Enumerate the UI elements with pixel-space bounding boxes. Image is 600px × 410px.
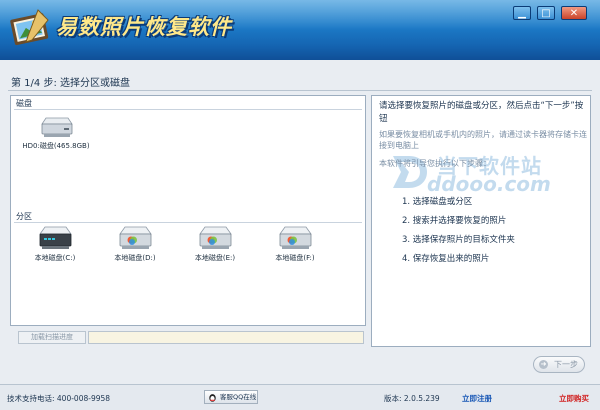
local-drive-icon — [279, 226, 312, 249]
partition-section-label: 分区 — [16, 212, 32, 221]
divider — [8, 90, 592, 91]
disk-label: HD0:磁盘(465.8GB) — [22, 142, 90, 150]
disk-item-hd0[interactable]: HD0:磁盘(465.8GB) — [17, 116, 95, 151]
maximize-button[interactable]: □ — [537, 6, 555, 20]
buy-link[interactable]: 立即购买 — [559, 393, 589, 404]
watermark-logo-icon — [393, 156, 427, 188]
system-drive-icon — [39, 226, 72, 249]
drive-list-panel: 磁盘 HD0:磁盘(465.8GB) 分区 本地磁盘(C:) 本地磁盘(D:) … — [10, 95, 366, 326]
instructions-panel: 当下软件站 ddooo.com 请选择要恢复照片的磁盘或分区，然后点击“下一步”… — [371, 95, 591, 347]
guide-step: 2. 搜索并选择要恢复的照片 — [402, 216, 507, 226]
instruction-note: 如果要恢复相机或手机内的照片，请通过读卡器将存储卡连接到电脑上 — [379, 130, 587, 150]
watermark: 当下软件站 ddooo.com — [387, 146, 577, 196]
next-button[interactable]: ➜ 下一步 — [533, 356, 585, 373]
local-drive-icon — [199, 226, 232, 249]
divider — [14, 222, 362, 223]
minimize-button[interactable]: ▁ — [513, 6, 531, 20]
partition-item-e[interactable]: 本地磁盘(E:) — [179, 224, 251, 263]
app-logo-icon — [10, 9, 49, 46]
close-button[interactable]: ✕ — [561, 6, 587, 20]
partition-label: 本地磁盘(E:) — [194, 254, 236, 262]
app-title: 易数照片恢复软件 — [56, 15, 232, 39]
disk-section-label: 磁盘 — [16, 99, 32, 108]
qq-penguin-icon — [209, 394, 216, 402]
partition-item-c[interactable]: 本地磁盘(C:) — [19, 224, 91, 263]
divider — [14, 109, 362, 110]
status-bar: 技术支持电话: 400-008-9958 客服QQ在线 版本: 2.0.5.23… — [0, 385, 600, 410]
next-button-label: 下一步 — [554, 360, 578, 369]
partition-item-d[interactable]: 本地磁盘(D:) — [99, 224, 171, 263]
main-window: 易数照片恢复软件 ▁ □ ✕ 第 1/4 步: 选择分区或磁盘 磁盘 HD0:磁… — [0, 0, 600, 410]
guide-step: 4. 保存恢复出来的照片 — [402, 254, 490, 264]
qq-button-label: 客服QQ在线 — [220, 393, 257, 401]
scan-progress-label: 加载扫描进度 — [18, 331, 86, 344]
scan-progress-bar — [88, 331, 364, 344]
watermark-url: ddooo.com — [427, 172, 551, 196]
local-drive-icon — [119, 226, 152, 249]
instruction-guide: 本软件将引导您执行以下步骤： — [379, 159, 491, 168]
partition-label: 本地磁盘(D:) — [114, 254, 156, 262]
title-bar: 易数照片恢复软件 ▁ □ ✕ — [0, 0, 600, 60]
hard-disk-icon — [41, 117, 73, 137]
guide-step: 1. 选择磁盘或分区 — [402, 197, 473, 207]
instruction-text: 请选择要恢复照片的磁盘或分区，然后点击“下一步”按钮 — [379, 101, 584, 124]
version-label: 版本: 2.0.5.239 — [384, 394, 440, 403]
guide-step: 3. 选择保存照片的目标文件夹 — [402, 235, 515, 245]
partition-label: 本地磁盘(F:) — [275, 254, 315, 262]
partition-item-f[interactable]: 本地磁盘(F:) — [259, 224, 331, 263]
qq-support-button[interactable]: 客服QQ在线 — [204, 390, 258, 404]
support-phone: 技术支持电话: 400-008-9958 — [7, 394, 111, 403]
arrow-right-icon: ➜ — [539, 360, 548, 369]
partition-label: 本地磁盘(C:) — [34, 254, 76, 262]
step-title: 第 1/4 步: 选择分区或磁盘 — [11, 78, 130, 89]
register-link[interactable]: 立即注册 — [462, 393, 492, 404]
